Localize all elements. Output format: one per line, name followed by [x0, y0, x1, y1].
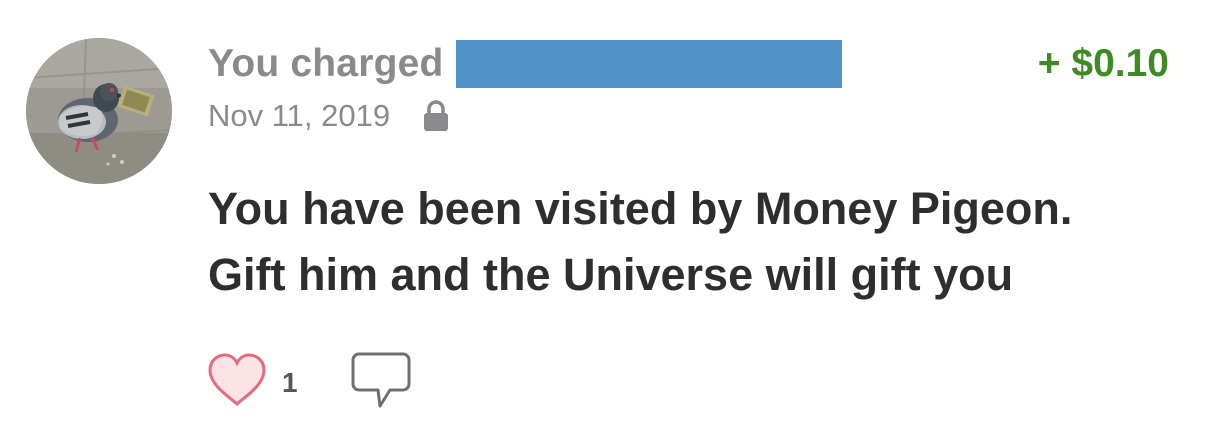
amount-label: + $0.10	[1037, 42, 1169, 85]
story-actions: 1	[206, 350, 412, 415]
pigeon-avatar-image	[26, 38, 172, 184]
transaction-meta: Nov 11, 2019	[208, 98, 450, 134]
comment-button[interactable]	[350, 350, 412, 415]
payment-note-line-2: Gift him and the Universe will gift you	[208, 249, 1014, 300]
payment-note: You have been visited by Money Pigeon. G…	[208, 176, 1072, 308]
lock-icon	[422, 100, 450, 132]
payment-feed-item: You charged + $0.10 Nov 11, 2019 You hav…	[0, 0, 1207, 444]
transaction-title: You charged	[208, 40, 842, 88]
avatar[interactable]	[26, 38, 172, 184]
comment-icon	[350, 350, 412, 415]
payment-note-line-1: You have been visited by Money Pigeon.	[208, 183, 1073, 234]
redacted-recipient-name	[455, 40, 842, 88]
like-count: 1	[282, 366, 298, 398]
title-prefix: You charged	[208, 42, 444, 85]
like-button[interactable]	[206, 352, 268, 413]
transaction-date: Nov 11, 2019	[208, 98, 391, 133]
heart-icon	[206, 352, 268, 413]
